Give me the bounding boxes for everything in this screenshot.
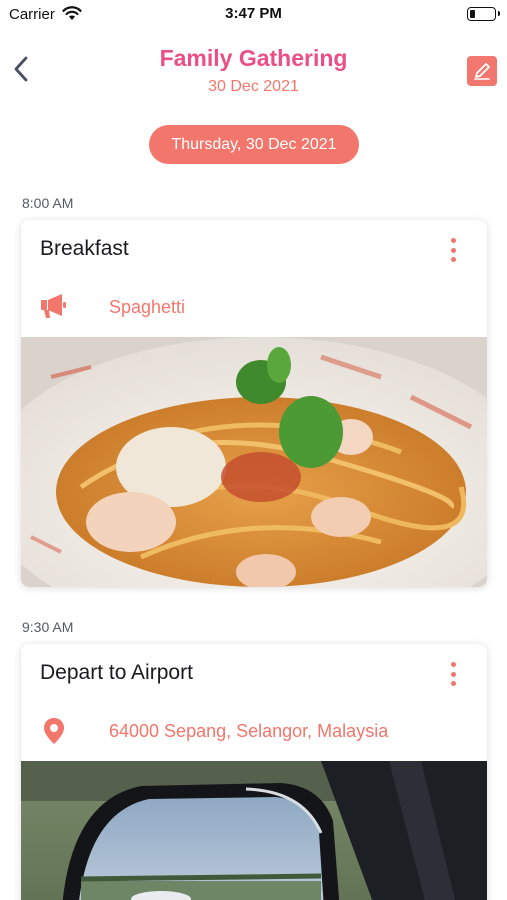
status-time: 3:47 PM [225,5,282,22]
event-detail: Spaghetti [109,297,186,317]
event-detail: 64000 Sepang, Selangor, Malaysia [109,721,389,741]
status-bar: Carrier 3:47 PM [0,0,507,30]
back-button[interactable] [8,52,34,86]
edit-icon [474,63,490,80]
nav-header: Family Gathering 30 Dec 2021 [0,30,507,110]
event-time-label: 9:30 AM [22,619,74,635]
more-options-icon[interactable] [441,660,465,688]
chevron-left-icon [14,56,28,82]
date-pill: Thursday, 30 Dec 2021 [149,125,359,164]
more-options-icon[interactable] [441,236,465,264]
location-pin-icon [40,717,68,745]
edit-button[interactable] [467,56,497,86]
car-mirror-photo [21,761,487,900]
event-title: Depart to Airport [40,661,193,684]
event-time-label: 8:00 AM [22,195,74,211]
page-subtitle: 30 Dec 2021 [208,78,299,95]
spaghetti-photo [21,337,487,587]
page-title: Family Gathering [159,45,348,71]
battery-icon [467,7,500,21]
megaphone-icon [40,293,68,321]
event-card[interactable]: Breakfast Spaghetti [21,220,487,587]
event-card[interactable]: Depart to Airport 64000 Sepang, Selangor… [21,644,487,900]
event-title: Breakfast [40,237,129,260]
